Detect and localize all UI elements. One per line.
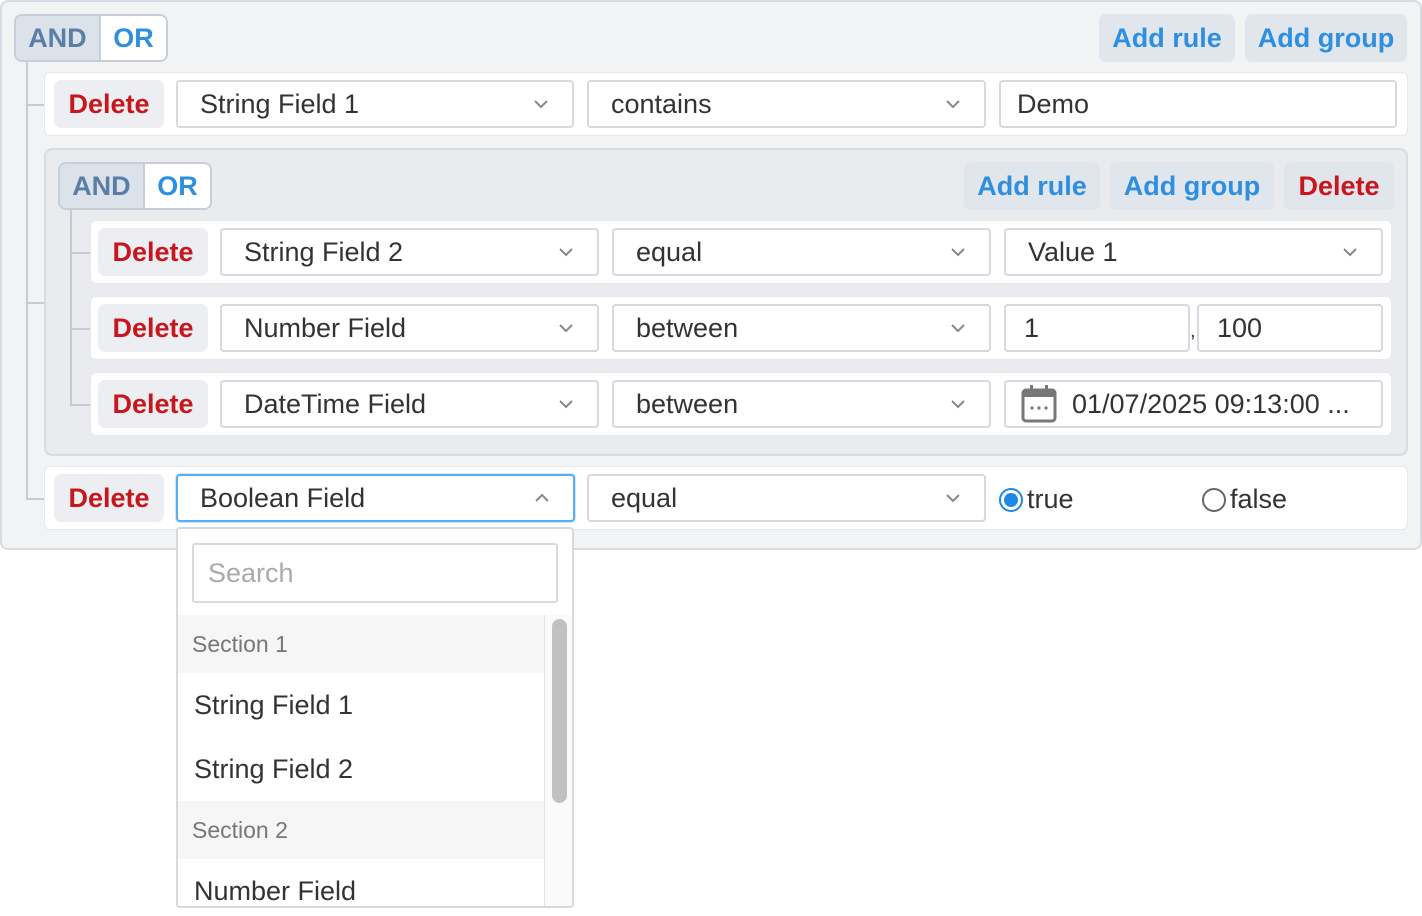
chevron-down-icon bbox=[946, 494, 960, 503]
sub-add-group-button[interactable]: Add group bbox=[1110, 162, 1274, 210]
radio-true-circle[interactable] bbox=[999, 487, 1023, 512]
operator-select-value: equal bbox=[636, 236, 703, 267]
root-add-rule-button[interactable]: Add rule bbox=[1099, 14, 1235, 62]
radio-true[interactable]: true bbox=[999, 484, 1074, 515]
range-to-input[interactable]: 100 bbox=[1197, 304, 1383, 352]
chevron-down-icon bbox=[1343, 248, 1357, 257]
root-and-button[interactable]: AND bbox=[16, 16, 101, 60]
root-tree-branch bbox=[26, 498, 44, 500]
range-from-input[interactable]: 1 bbox=[1004, 304, 1190, 352]
field-select[interactable]: String Field 2 bbox=[220, 228, 599, 276]
sub-or-button[interactable]: OR bbox=[144, 164, 210, 208]
dropdown-option[interactable]: String Field 1 bbox=[178, 673, 544, 737]
operator-select[interactable]: contains bbox=[587, 80, 986, 128]
range-to-text: 100 bbox=[1217, 312, 1263, 343]
delete-rule-button[interactable]: Delete bbox=[98, 304, 208, 352]
dropdown-search-placeholder: Search bbox=[208, 557, 294, 588]
chevron-down-icon bbox=[946, 100, 960, 109]
root-tree-branch bbox=[26, 104, 44, 106]
operator-select-value: contains bbox=[611, 88, 712, 119]
radio-false-label: false bbox=[1230, 484, 1288, 514]
field-select-value: String Field 1 bbox=[200, 88, 360, 119]
field-select-value: String Field 2 bbox=[244, 236, 404, 267]
value-input[interactable]: Demo bbox=[999, 80, 1397, 128]
datetime-range-input[interactable]: 01/07/2025 09:13:00 ... bbox=[1004, 380, 1383, 428]
delete-rule-button[interactable]: Delete bbox=[54, 474, 164, 522]
range-from-text: 1 bbox=[1024, 312, 1040, 343]
operator-select[interactable]: between bbox=[612, 304, 991, 352]
delete-rule-button[interactable]: Delete bbox=[98, 380, 208, 428]
value-select[interactable]: Value 1 bbox=[1004, 228, 1383, 276]
chevron-down-icon bbox=[534, 100, 548, 109]
dropdown-option[interactable]: String Field 2 bbox=[178, 737, 544, 801]
dropdown-scrollbar[interactable] bbox=[544, 615, 572, 906]
sub-tree-branch bbox=[70, 328, 90, 330]
radio-false[interactable]: false bbox=[1202, 484, 1287, 515]
chevron-down-icon bbox=[951, 248, 965, 257]
value-input-text: Demo bbox=[1017, 88, 1090, 119]
sub-tree-line bbox=[70, 210, 72, 406]
operator-select[interactable]: between bbox=[612, 380, 991, 428]
dropdown-option[interactable]: Number Field bbox=[178, 859, 544, 906]
operator-select-value: between bbox=[636, 388, 739, 419]
dropdown-section-header: Section 1 bbox=[178, 615, 544, 673]
field-select[interactable]: DateTime Field bbox=[220, 380, 599, 428]
radio-true-label: true bbox=[1027, 484, 1074, 514]
delete-rule-button[interactable]: Delete bbox=[98, 228, 208, 276]
sub-conjunction-toggle: AND OR bbox=[58, 162, 212, 210]
chevron-down-icon bbox=[951, 324, 965, 333]
chevron-down-icon bbox=[951, 400, 965, 409]
chevron-up-icon bbox=[535, 493, 549, 502]
field-dropdown: Search Section 1 String Field 1 String F… bbox=[176, 527, 574, 908]
value-select-value: Value 1 bbox=[1028, 236, 1118, 267]
operator-select[interactable]: equal bbox=[612, 228, 991, 276]
dropdown-list: Section 1 String Field 1 String Field 2 … bbox=[178, 615, 544, 906]
sub-add-rule-button[interactable]: Add rule bbox=[964, 162, 1100, 210]
operator-select-value: between bbox=[636, 312, 739, 343]
chevron-down-icon bbox=[559, 400, 573, 409]
sub-tree-branch bbox=[70, 404, 90, 406]
sub-and-button[interactable]: AND bbox=[60, 164, 145, 208]
calendar-icon[interactable] bbox=[1020, 384, 1058, 424]
range-separator: , bbox=[1190, 320, 1196, 342]
datetime-range-text: 01/07/2025 09:13:00 ... bbox=[1072, 388, 1350, 419]
root-conjunction-toggle: AND OR bbox=[14, 14, 168, 62]
root-tree-branch bbox=[26, 302, 44, 304]
operator-select[interactable]: equal bbox=[587, 474, 986, 522]
field-select[interactable]: String Field 1 bbox=[176, 80, 574, 128]
dropdown-search-input[interactable]: Search bbox=[192, 543, 558, 603]
chevron-down-icon bbox=[559, 248, 573, 257]
field-select-value: Number Field bbox=[244, 312, 407, 343]
chevron-down-icon bbox=[559, 324, 573, 333]
dropdown-section-header: Section 2 bbox=[178, 801, 544, 859]
field-select-value: Boolean Field bbox=[200, 482, 366, 513]
radio-false-circle[interactable] bbox=[1202, 487, 1226, 512]
sub-delete-group-button[interactable]: Delete bbox=[1284, 162, 1394, 210]
dropdown-scrollbar-thumb[interactable] bbox=[552, 619, 567, 803]
field-select[interactable]: Number Field bbox=[220, 304, 599, 352]
field-select-value: DateTime Field bbox=[244, 388, 427, 419]
root-add-group-button[interactable]: Add group bbox=[1245, 14, 1407, 62]
root-or-button[interactable]: OR bbox=[100, 16, 166, 60]
sub-tree-branch bbox=[70, 252, 90, 254]
root-tree-line bbox=[26, 62, 28, 500]
delete-rule-button[interactable]: Delete bbox=[54, 80, 164, 128]
field-select[interactable]: Boolean Field bbox=[176, 474, 575, 522]
operator-select-value: equal bbox=[611, 482, 678, 513]
